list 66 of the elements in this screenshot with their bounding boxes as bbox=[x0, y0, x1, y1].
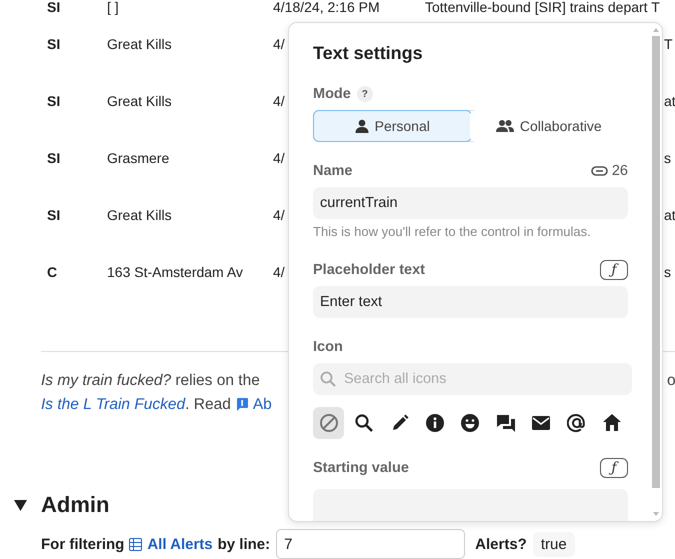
people-icon bbox=[496, 119, 514, 133]
filter-label: by line: bbox=[218, 536, 270, 552]
disclosure-triangle-icon[interactable] bbox=[14, 500, 27, 510]
table-cell: Great Kills bbox=[107, 92, 172, 108]
none-icon bbox=[318, 413, 339, 433]
at-icon bbox=[566, 413, 587, 433]
field-label: Name bbox=[313, 163, 352, 179]
about-link[interactable]: Ab bbox=[252, 396, 272, 413]
field-label: Placeholder text bbox=[313, 262, 426, 278]
table-link[interactable]: All Alerts bbox=[129, 536, 213, 552]
table-cell: Great Kills bbox=[107, 36, 172, 52]
alerts-label: Alerts? bbox=[475, 536, 527, 552]
chat-icon bbox=[496, 413, 516, 433]
input-field[interactable] bbox=[313, 489, 628, 521]
table-cell: T bbox=[664, 36, 673, 52]
table-cell: 4/ bbox=[273, 92, 285, 108]
envelope-icon bbox=[531, 413, 552, 433]
table-cell: C bbox=[47, 264, 58, 280]
scrollbar[interactable] bbox=[652, 27, 660, 517]
alerts-value: true bbox=[532, 532, 575, 556]
section-heading: Admin bbox=[41, 492, 110, 518]
field-label: Mode bbox=[313, 86, 351, 102]
input-field[interactable]: Enter text bbox=[313, 286, 628, 318]
table-cell: [ ] bbox=[107, 0, 119, 15]
table-cell: 163 St-Amsterdam Av bbox=[107, 264, 243, 280]
filter-label: For filtering bbox=[41, 536, 124, 552]
table-icon bbox=[129, 538, 142, 550]
info-icon bbox=[425, 413, 446, 433]
table-cell: SI bbox=[47, 0, 60, 15]
smiley-icon bbox=[460, 413, 480, 433]
table-cell: SI bbox=[47, 92, 60, 108]
field-label: Starting value bbox=[313, 460, 409, 476]
panel-title: Text settings bbox=[313, 42, 424, 65]
mode-tab[interactable]: Collaborative bbox=[470, 110, 628, 142]
table-cell: SI bbox=[47, 36, 60, 52]
table-cell: Grasmere bbox=[107, 150, 170, 166]
table-cell: SI bbox=[47, 150, 60, 166]
search-icon bbox=[320, 371, 336, 387]
table-cell: Great Kills bbox=[107, 206, 172, 222]
site-link[interactable]: Is the L Train Fucked bbox=[41, 396, 186, 413]
formula-button[interactable]: ƒ bbox=[600, 260, 628, 280]
mode-tab[interactable]: Personal bbox=[313, 110, 472, 142]
formula-button[interactable]: ƒ bbox=[600, 458, 628, 478]
table-cell: 4/ bbox=[273, 264, 285, 280]
table-cell: 4/18/24, 2:16 PM bbox=[273, 0, 380, 15]
field-label: Icon bbox=[313, 339, 343, 355]
person-icon bbox=[354, 119, 369, 133]
hint-text: This is how you'll refer to the control in formulas. bbox=[313, 223, 592, 241]
table-cell: s bbox=[664, 264, 671, 280]
info-icon bbox=[234, 397, 249, 411]
table-cell: 4/ bbox=[273, 150, 285, 166]
line-input[interactable]: 7 bbox=[276, 529, 466, 559]
paragraph-text: o bbox=[667, 372, 675, 390]
help-badge[interactable]: ? bbox=[356, 86, 373, 102]
table-cell: Tottenville-bound [SIR] trains depart T bbox=[425, 0, 660, 15]
reference-count: 26 bbox=[590, 163, 628, 179]
table-cell: 4/ bbox=[273, 36, 285, 52]
table-cell: 4/ bbox=[273, 206, 285, 222]
paragraph-text: Is my train fucked? relies on the bbox=[41, 372, 260, 390]
house-icon bbox=[602, 413, 622, 433]
table-cell: SI bbox=[47, 206, 60, 222]
paragraph-text: Is the L Train Fucked. Read Ab bbox=[41, 396, 272, 414]
search-icon bbox=[354, 413, 374, 433]
table-cell: s bbox=[664, 150, 671, 166]
input-field[interactable]: currentTrain bbox=[313, 187, 628, 219]
link-icon bbox=[590, 166, 608, 176]
